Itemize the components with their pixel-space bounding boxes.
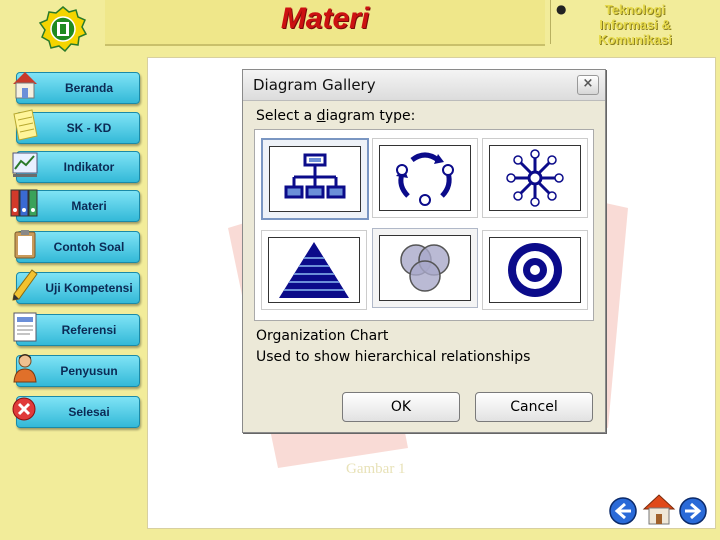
- sidebar-item-label: Penyusun: [60, 364, 118, 378]
- sidebar-item-label: Contoh Soal: [53, 240, 125, 254]
- sidebar-item-materi[interactable]: Materi: [10, 186, 140, 222]
- diagram-option-cycle[interactable]: [372, 138, 478, 218]
- chart-icon: [10, 147, 40, 181]
- diagram-option-organization-chart[interactable]: [261, 138, 369, 220]
- sidebar-item-uji-kompetensi[interactable]: Uji Kompetensi: [10, 268, 140, 304]
- document-icon: [10, 310, 40, 344]
- sidebar-item-referensi[interactable]: Referensi: [10, 310, 140, 346]
- diagram-option-venn[interactable]: [372, 228, 478, 308]
- cycle-diagram-icon: [396, 152, 454, 206]
- diagram-option-radial[interactable]: [482, 138, 588, 218]
- exit-icon: [10, 392, 40, 426]
- diagram-option-target[interactable]: [482, 230, 588, 310]
- school-logo: [38, 6, 88, 53]
- sidebar-item-indikator[interactable]: Indikator: [10, 147, 140, 183]
- dialog-titlebar[interactable]: Diagram Gallery ×: [243, 70, 605, 101]
- diagram-option-pyramid[interactable]: [261, 230, 367, 310]
- close-icon: ×: [582, 76, 594, 91]
- clipboard-icon: [10, 227, 40, 261]
- close-button[interactable]: ×: [577, 75, 599, 95]
- pencil-icon: [10, 268, 40, 302]
- sidebar-item-label: Beranda: [64, 81, 114, 95]
- notepad-icon: [10, 108, 40, 142]
- selected-diagram-description: Used to show hierarchical relationships: [256, 349, 531, 365]
- course-title-box: Teknologi Informasi & Komunikasi: [550, 0, 719, 47]
- sidebar-item-penyusun[interactable]: Penyusun: [10, 351, 140, 387]
- prompt-text-after: iagram type:: [325, 108, 416, 124]
- home-icon[interactable]: [642, 492, 676, 526]
- page-title: Materi: [280, 2, 370, 35]
- pyramid-diagram-icon: [279, 242, 349, 298]
- target-diagram-icon: [508, 243, 562, 297]
- sidebar-item-sk-kd[interactable]: SK - KD: [10, 108, 140, 144]
- course-title: Teknologi Informasi & Komunikasi: [598, 2, 672, 47]
- dialog-title: Diagram Gallery: [253, 76, 376, 94]
- diagram-type-prompt: Select a diagram type:: [256, 108, 415, 124]
- selected-diagram-name: Organization Chart: [256, 328, 389, 344]
- organization-chart-icon: [284, 153, 346, 199]
- venn-diagram-icon: [400, 244, 450, 292]
- page-title-banner: Materi: [105, 0, 545, 46]
- diagram-gallery-dialog: Diagram Gallery × Select a diagram type:: [242, 69, 606, 433]
- diagram-type-gallery: [254, 129, 594, 321]
- binders-icon: [10, 186, 40, 220]
- sidebar-item-beranda[interactable]: Beranda: [10, 68, 140, 104]
- sidebar-item-label: Referensi: [61, 323, 117, 337]
- sidebar-item-label: Uji Kompetensi: [45, 281, 133, 295]
- sidebar-item-selesai[interactable]: Selesai: [10, 392, 140, 428]
- person-icon: [10, 351, 40, 385]
- previous-arrow-icon[interactable]: [608, 496, 638, 526]
- figure-caption: Gambar 1: [346, 461, 406, 477]
- prompt-text-before: Select a: [256, 108, 317, 124]
- sidebar-item-contoh-soal[interactable]: Contoh Soal: [10, 227, 140, 263]
- cancel-button[interactable]: Cancel: [475, 392, 593, 422]
- sidebar-item-label: SK - KD: [66, 121, 112, 135]
- sidebar-item-label: Indikator: [63, 160, 115, 174]
- house-icon: [10, 68, 40, 102]
- sidebar-item-label: Selesai: [68, 405, 110, 419]
- ok-button[interactable]: OK: [342, 392, 460, 422]
- prompt-hotkey: d: [316, 108, 326, 124]
- radial-diagram-icon: [506, 149, 564, 207]
- sidebar-item-label: Materi: [71, 199, 107, 213]
- next-arrow-icon[interactable]: [678, 496, 708, 526]
